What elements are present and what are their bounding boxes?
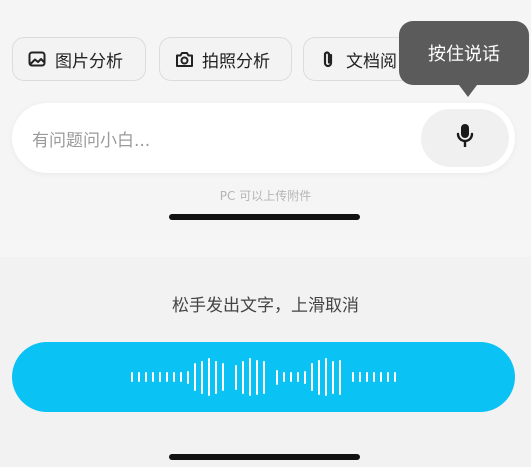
waveform-bar xyxy=(215,360,217,394)
waveform-bar xyxy=(249,358,251,396)
waveform-bar xyxy=(394,372,396,382)
voice-waveform xyxy=(131,352,396,402)
release-to-send-hint: 松手发出文字，上滑取消 xyxy=(172,296,359,316)
chip-label: 图片分析 xyxy=(55,51,123,72)
photo-analysis-button[interactable]: 拍照分析 xyxy=(159,37,292,81)
waveform-bar xyxy=(138,372,140,382)
waveform-bar xyxy=(152,372,154,382)
waveform-bar xyxy=(201,360,203,394)
waveform-bar xyxy=(297,372,299,382)
waveform-bar xyxy=(222,363,224,391)
waveform-bar xyxy=(380,372,382,382)
waveform-bar xyxy=(304,370,306,384)
chip-label: 文档阅 xyxy=(346,51,397,72)
waveform-bar xyxy=(352,372,354,382)
paperclip-icon xyxy=(318,49,338,69)
voice-input-button[interactable] xyxy=(421,109,509,167)
waveform-bar xyxy=(283,372,285,382)
document-reading-button[interactable]: 文档阅 xyxy=(303,37,413,81)
tooltip-arrow xyxy=(459,85,477,97)
waveform-bar xyxy=(131,372,133,382)
waveform-bar xyxy=(359,372,361,382)
question-input[interactable]: 有问题问小白... xyxy=(12,103,515,173)
waveform-bar xyxy=(276,369,278,385)
image-analysis-button[interactable]: 图片分析 xyxy=(12,37,146,81)
microphone-icon xyxy=(456,123,474,153)
waveform-bar xyxy=(194,363,196,391)
attachment-hint: PC 可以上传附件 xyxy=(219,189,312,203)
waveform-bar xyxy=(263,360,265,394)
waveform-bar xyxy=(290,372,292,382)
chip-label: 拍照分析 xyxy=(202,51,270,72)
waveform-bar xyxy=(166,372,168,382)
waveform-bar xyxy=(311,363,313,391)
waveform-bar xyxy=(145,372,147,382)
voice-recording-button[interactable] xyxy=(12,342,515,412)
camera-icon xyxy=(174,49,194,69)
image-icon xyxy=(27,49,47,69)
waveform-bar xyxy=(187,370,189,384)
waveform-bar xyxy=(173,372,175,382)
waveform-bar xyxy=(208,358,210,396)
home-indicator xyxy=(169,214,360,220)
waveform-bar xyxy=(235,364,237,390)
waveform-bar xyxy=(332,360,334,394)
waveform-bar xyxy=(325,358,327,396)
waveform-bar xyxy=(366,372,368,382)
waveform-bar xyxy=(242,360,244,394)
chat-input-area: 图片分析 拍照分析 文档阅 有问题问小白... 按住说话 PC 可以上传附件 xyxy=(0,0,531,240)
waveform-bar xyxy=(159,372,161,382)
home-indicator xyxy=(169,454,360,460)
hold-to-talk-tooltip: 按住说话 xyxy=(399,21,529,85)
waveform-bar xyxy=(387,372,389,382)
waveform-bar xyxy=(180,372,182,382)
input-placeholder: 有问题问小白... xyxy=(32,131,151,151)
waveform-bar xyxy=(339,359,341,395)
waveform-bar xyxy=(318,359,320,395)
waveform-bar xyxy=(256,359,258,395)
waveform-bar xyxy=(373,372,375,382)
